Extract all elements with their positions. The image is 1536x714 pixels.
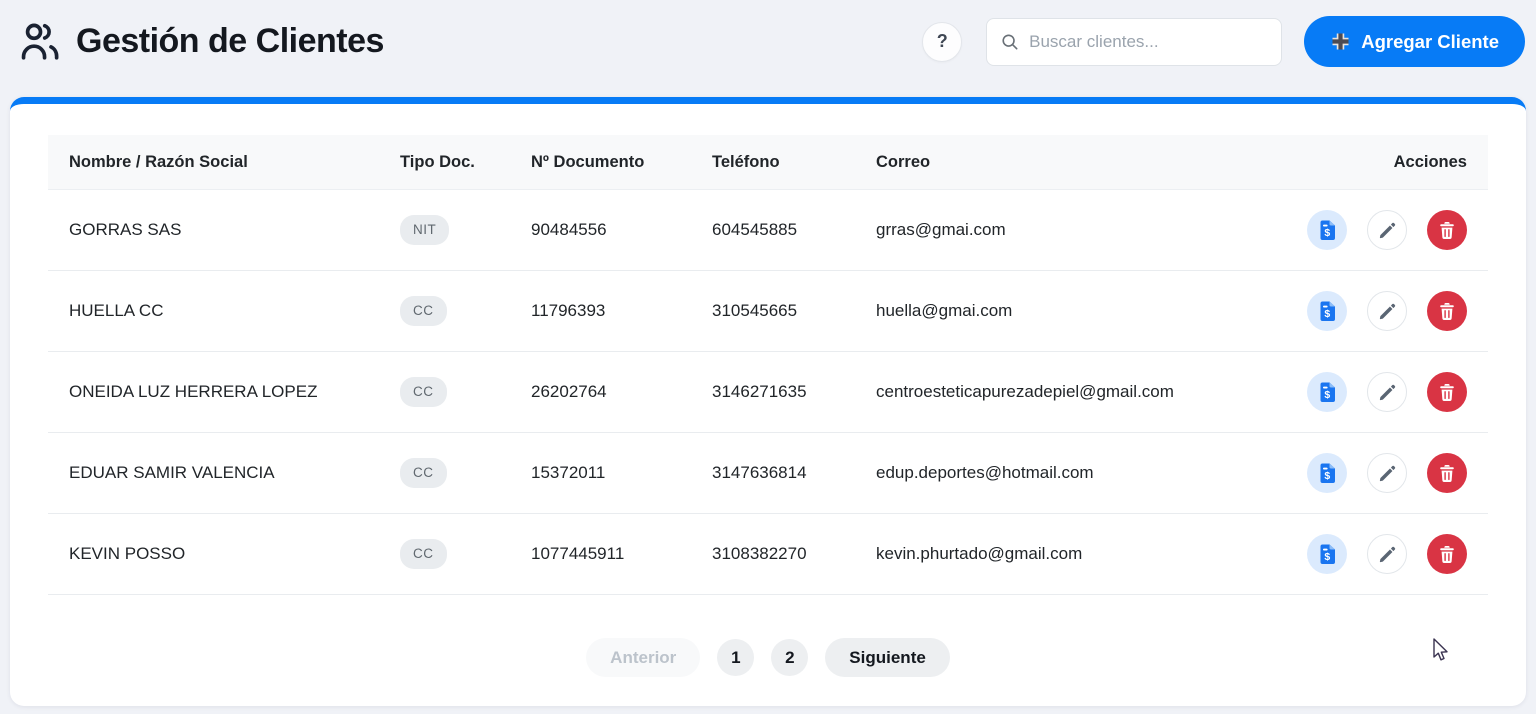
column-header-phone: Teléfono [712, 152, 780, 171]
column-header-actions: Acciones [1393, 152, 1467, 171]
svg-text:$: $ [1324, 308, 1330, 320]
add-client-button[interactable]: Agregar Cliente [1304, 16, 1525, 67]
search-input[interactable] [1029, 31, 1268, 52]
invoice-button[interactable]: $ [1307, 453, 1347, 493]
doc-type-badge: NIT [400, 215, 450, 245]
invoice-button[interactable]: $ [1307, 534, 1347, 574]
invoice-button[interactable]: $ [1307, 291, 1347, 331]
edit-button[interactable] [1367, 291, 1407, 331]
invoice-button[interactable]: $ [1307, 372, 1347, 412]
delete-button[interactable] [1427, 453, 1467, 493]
plus-icon [1332, 33, 1349, 50]
invoice-button[interactable]: $ [1307, 210, 1347, 250]
client-name: EDUAR SAMIR VALENCIA [69, 463, 275, 482]
phone: 310545665 [712, 301, 798, 320]
table-row: KEVIN POSSO CC 1077445911 3108382270 kev… [48, 514, 1488, 595]
question-icon: ? [936, 31, 948, 51]
file-invoice-dollar-icon: $ [1320, 463, 1335, 483]
client-name: ONEIDA LUZ HERRERA LOPEZ [69, 382, 318, 401]
trash-icon [1440, 383, 1454, 401]
doc-type-badge: CC [400, 377, 447, 407]
people-icon [21, 23, 59, 60]
client-name: KEVIN POSSO [69, 544, 186, 563]
table-row: GORRAS SAS NIT 90484556 604545885 grras@… [48, 190, 1488, 271]
row-actions: $ [1280, 372, 1467, 412]
pencil-icon [1379, 384, 1395, 400]
magnifier-icon [1002, 33, 1018, 50]
file-invoice-dollar-icon: $ [1320, 220, 1335, 240]
doc-type-badge: CC [400, 458, 447, 488]
pencil-icon [1379, 303, 1395, 319]
svg-text:$: $ [1324, 227, 1330, 239]
table-body: GORRAS SAS NIT 90484556 604545885 grras@… [48, 190, 1488, 595]
doc-number: 1077445911 [531, 544, 625, 563]
row-actions: $ [1280, 534, 1467, 574]
doc-number: 26202764 [531, 382, 607, 401]
file-invoice-dollar-icon: $ [1320, 544, 1335, 564]
trash-icon [1440, 221, 1454, 239]
row-actions: $ [1280, 291, 1467, 331]
table-row: ONEIDA LUZ HERRERA LOPEZ CC 26202764 314… [48, 352, 1488, 433]
edit-button[interactable] [1367, 210, 1407, 250]
delete-button[interactable] [1427, 210, 1467, 250]
edit-button[interactable] [1367, 453, 1407, 493]
column-header-email: Correo [876, 152, 931, 171]
help-button[interactable]: ? [922, 21, 963, 62]
title-group: Gestión de Clientes [18, 21, 384, 63]
pencil-icon [1379, 222, 1395, 238]
email: kevin.phurtado@gmail.com [876, 544, 1083, 563]
column-header-name: Nombre / Razón Social [69, 152, 248, 171]
edit-button[interactable] [1367, 534, 1407, 574]
email: grras@gmai.com [876, 220, 1006, 239]
file-invoice-dollar-icon: $ [1320, 382, 1335, 402]
delete-button[interactable] [1427, 534, 1467, 574]
previous-page-button[interactable]: Anterior [586, 638, 701, 677]
table-header-row: Nombre / Razón Social Tipo Doc. Nº Docum… [48, 135, 1488, 190]
client-name: GORRAS SAS [69, 220, 182, 239]
column-header-doc-number: Nº Documento [531, 152, 645, 171]
delete-button[interactable] [1427, 372, 1467, 412]
add-client-label: Agregar Cliente [1361, 30, 1499, 52]
phone: 604545885 [712, 220, 798, 239]
doc-number: 11796393 [531, 301, 606, 320]
table-row: HUELLA CC CC 11796393 310545665 huella@g… [48, 271, 1488, 352]
file-invoice-dollar-icon: $ [1320, 301, 1335, 321]
page-title: Gestión de Clientes [76, 22, 384, 60]
search-box [986, 17, 1283, 66]
phone: 3146271635 [712, 382, 807, 401]
clients-table: Nombre / Razón Social Tipo Doc. Nº Docum… [48, 135, 1488, 595]
table-row: EDUAR SAMIR VALENCIA CC 15372011 3147636… [48, 433, 1488, 514]
page-1-button[interactable]: 1 [717, 639, 755, 676]
trash-icon [1440, 302, 1454, 320]
email: huella@gmai.com [876, 301, 1013, 320]
email: edup.deportes@hotmail.com [876, 463, 1094, 482]
pencil-icon [1379, 465, 1395, 481]
svg-text:$: $ [1324, 551, 1330, 563]
trash-icon [1440, 545, 1454, 563]
phone: 3108382270 [712, 544, 807, 563]
doc-type-badge: CC [400, 539, 447, 569]
row-actions: $ [1280, 210, 1467, 250]
page-2-button[interactable]: 2 [771, 639, 809, 676]
next-page-button[interactable]: Siguiente [825, 638, 950, 677]
svg-text:$: $ [1324, 470, 1330, 482]
doc-number: 90484556 [531, 220, 607, 239]
doc-type-badge: CC [400, 296, 447, 326]
svg-text:$: $ [1324, 389, 1330, 401]
doc-number: 15372011 [531, 463, 606, 482]
client-name: HUELLA CC [69, 301, 164, 320]
pencil-icon [1379, 546, 1395, 562]
clients-card: Nombre / Razón Social Tipo Doc. Nº Docum… [10, 97, 1526, 706]
trash-icon [1440, 464, 1454, 482]
topbar: Gestión de Clientes ? Agregar Cliente [0, 0, 1536, 97]
column-header-doc-type: Tipo Doc. [400, 152, 475, 171]
edit-button[interactable] [1367, 372, 1407, 412]
delete-button[interactable] [1427, 291, 1467, 331]
pagination: Anterior 1 2 Siguiente [48, 638, 1488, 677]
row-actions: $ [1280, 453, 1467, 493]
phone: 3147636814 [712, 463, 807, 482]
email: centroesteticapurezadepiel@gmail.com [876, 382, 1174, 401]
